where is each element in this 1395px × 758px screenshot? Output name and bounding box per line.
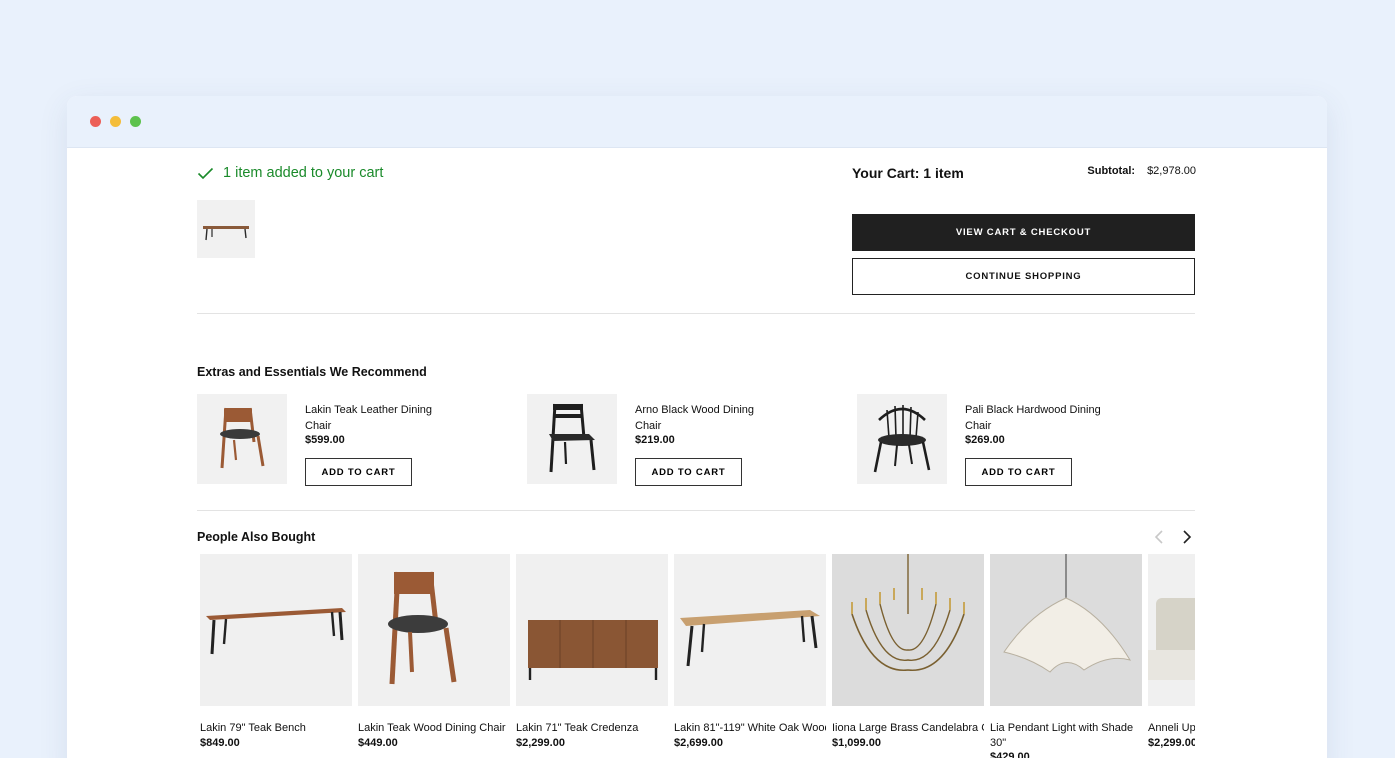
upholstered-bed-image xyxy=(1148,598,1195,680)
product-price: $269.00 xyxy=(965,434,1005,446)
brass-chandelier-image xyxy=(851,554,965,671)
carousel-controls xyxy=(1152,528,1194,546)
product-image[interactable] xyxy=(857,394,947,484)
black-wood-chair-image xyxy=(549,403,596,473)
recommend-item: Lakin Teak Leather Dining Chair $599.00 … xyxy=(197,394,497,486)
recommend-item: Arno Black Wood Dining Chair $219.00 ADD… xyxy=(527,394,827,486)
chevron-right-icon[interactable] xyxy=(1178,528,1194,546)
people-also-bought-title: People Also Bought xyxy=(197,530,316,544)
recommend-section-title: Extras and Essentials We Recommend xyxy=(197,365,427,379)
product-name[interactable]: Arno Black Wood Dining Chair xyxy=(635,403,775,434)
product-name[interactable]: Lakin Teak Leather Dining Chair xyxy=(305,403,445,434)
product-name[interactable]: Iiona Large Brass Candelabra Chandelier … xyxy=(832,721,984,736)
teak-wood-chair-image xyxy=(388,571,457,685)
product-image[interactable] xyxy=(832,554,984,706)
people-also-bought-carousel: Lakin 79" Teak Bench $849.00 Lakin Teak … xyxy=(200,554,1195,758)
added-confirmation: 1 item added to your cart xyxy=(197,165,383,181)
carousel-item[interactable]: Lakin 81"-119" White Oak Wood Extendable… xyxy=(674,554,826,750)
product-image[interactable] xyxy=(1148,554,1195,706)
product-image[interactable] xyxy=(358,554,510,706)
product-name[interactable]: Lakin Teak Wood Dining Chair xyxy=(358,721,510,736)
confirmation-message: 1 item added to your cart xyxy=(223,165,384,181)
maximize-window-button[interactable] xyxy=(130,116,141,127)
product-name[interactable]: Lia Pendant Light with Shade 30" xyxy=(990,721,1142,750)
browser-title-bar xyxy=(67,96,1327,148)
carousel-item[interactable]: Lia Pendant Light with Shade 30" $429.00 xyxy=(990,554,1142,758)
add-to-cart-button[interactable]: ADD TO CART xyxy=(635,458,742,486)
dining-table-image xyxy=(203,226,249,241)
carousel-item[interactable]: Lakin 79" Teak Bench $849.00 xyxy=(200,554,352,750)
product-name[interactable]: Lakin 71" Teak Credenza xyxy=(516,721,668,736)
recommend-item: Pali Black Hardwood Dining Chair $269.00… xyxy=(857,394,1157,486)
product-price: $2,299.00 xyxy=(1148,736,1195,749)
section-divider xyxy=(197,510,1195,511)
product-price: $219.00 xyxy=(635,434,675,446)
windsor-chair-image xyxy=(873,405,931,473)
chevron-left-icon[interactable] xyxy=(1152,528,1168,546)
product-price: $2,699.00 xyxy=(674,736,723,749)
subtotal-label: Subtotal: xyxy=(1087,165,1136,177)
product-price: $449.00 xyxy=(358,736,398,749)
add-to-cart-button[interactable]: ADD TO CART xyxy=(965,458,1072,486)
product-name[interactable]: Pali Black Hardwood Dining Chair xyxy=(965,403,1105,434)
product-price: $2,299.00 xyxy=(516,736,565,749)
continue-shopping-button[interactable]: CONTINUE SHOPPING xyxy=(852,258,1195,295)
teak-leather-chair-image xyxy=(220,407,265,469)
pendant-light-image xyxy=(1003,554,1132,673)
product-image[interactable] xyxy=(674,554,826,706)
checkmark-icon xyxy=(197,167,214,179)
product-price: $429.00 xyxy=(990,751,1030,758)
cart-title: Your Cart: 1 item xyxy=(852,165,964,181)
section-divider xyxy=(197,313,1195,314)
product-image[interactable] xyxy=(516,554,668,706)
cart-subtotal: Subtotal: $2,978.00 xyxy=(1087,165,1196,177)
close-window-button[interactable] xyxy=(90,116,101,127)
product-name[interactable]: Anneli Upholstered Bed xyxy=(1148,721,1195,736)
carousel-item[interactable]: Anneli Upholstered Bed $2,299.00 xyxy=(1148,554,1195,750)
carousel-item[interactable]: Iiona Large Brass Candelabra Chandelier … xyxy=(832,554,984,750)
teak-bench-image xyxy=(206,608,346,655)
teak-credenza-image xyxy=(528,620,658,680)
product-price: $599.00 xyxy=(305,434,345,446)
white-oak-table-image xyxy=(680,610,820,667)
add-to-cart-button[interactable]: ADD TO CART xyxy=(305,458,412,486)
product-price: $1,099.00 xyxy=(832,736,881,749)
product-image[interactable] xyxy=(990,554,1142,706)
browser-window: 1 item added to your cart Your Cart: 1 i… xyxy=(67,96,1327,758)
product-name[interactable]: Lakin 79" Teak Bench xyxy=(200,721,352,736)
carousel-item[interactable]: Lakin Teak Wood Dining Chair $449.00 xyxy=(358,554,510,750)
carousel-item[interactable]: Lakin 71" Teak Credenza $2,299.00 xyxy=(516,554,668,750)
added-item-thumbnail[interactable] xyxy=(197,200,255,258)
product-image[interactable] xyxy=(200,554,352,706)
view-cart-checkout-button[interactable]: VIEW CART & CHECKOUT xyxy=(852,214,1195,251)
product-image[interactable] xyxy=(197,394,287,484)
cart-confirmation-page: 1 item added to your cart Your Cart: 1 i… xyxy=(67,148,1327,758)
product-image[interactable] xyxy=(527,394,617,484)
product-name[interactable]: Lakin 81"-119" White Oak Wood Extendable… xyxy=(674,721,826,736)
minimize-window-button[interactable] xyxy=(110,116,121,127)
subtotal-value: $2,978.00 xyxy=(1147,165,1196,177)
product-price: $849.00 xyxy=(200,736,240,749)
